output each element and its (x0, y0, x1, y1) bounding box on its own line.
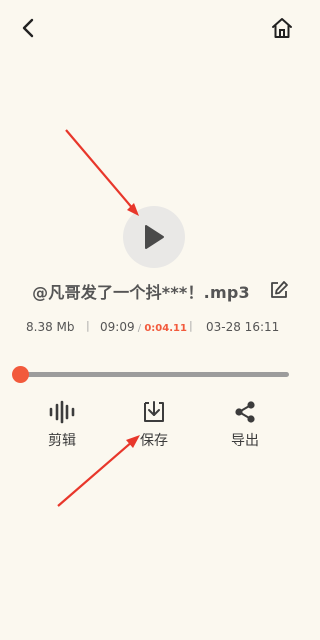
back-button[interactable] (14, 14, 42, 42)
play-button[interactable] (123, 206, 185, 268)
download-tray-icon (144, 401, 164, 422)
progress-thumb[interactable] (11, 366, 29, 383)
divider: | (189, 319, 193, 332)
save-action-button[interactable]: 保存 (119, 400, 189, 450)
home-button[interactable] (267, 13, 297, 43)
arrow-to-save (57, 440, 134, 507)
created-date: 03-28 16:11 (206, 320, 280, 334)
export-action-button[interactable]: 导出 (210, 400, 280, 450)
edit-icon (271, 281, 288, 298)
file-size: 8.38 Mb (26, 320, 75, 334)
export-action-label: 导出 (231, 433, 259, 449)
home-icon (272, 18, 292, 38)
current-position: 0:04.11 (144, 323, 187, 334)
arrow-to-play (65, 129, 135, 211)
share-icon (235, 401, 255, 423)
time-info: 09:09 / 0:04.11 (100, 320, 187, 334)
save-action-label: 保存 (140, 433, 168, 449)
progress-track[interactable] (20, 372, 289, 377)
edit-action-label: 剪辑 (48, 433, 76, 449)
rename-button[interactable] (266, 278, 292, 302)
audio-title: @凡哥发了一个抖***！.mp3 (32, 283, 250, 302)
waveform-icon (49, 400, 75, 424)
divider: | (86, 319, 90, 332)
total-duration: 09:09 (100, 320, 135, 334)
back-chevron-icon (22, 18, 34, 38)
edit-action-button[interactable]: 剪辑 (27, 400, 97, 450)
time-separator: / (134, 323, 145, 334)
play-icon (145, 225, 164, 249)
